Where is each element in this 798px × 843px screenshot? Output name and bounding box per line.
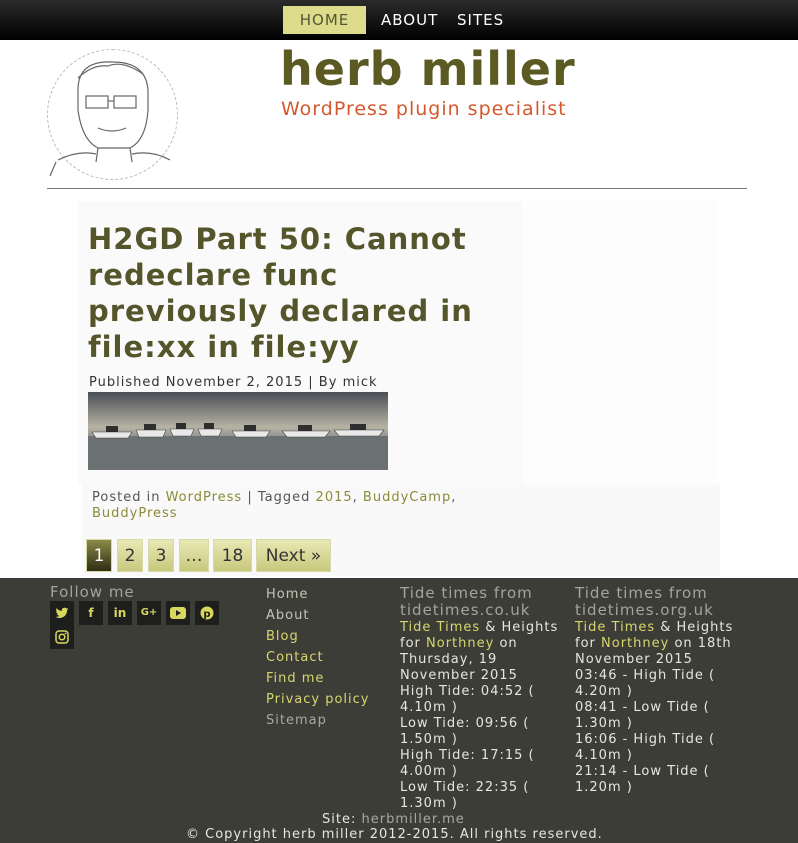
location-link[interactable]: Northney bbox=[426, 636, 494, 651]
copyright: © Copyright herb miller 2012-2015. All r… bbox=[186, 827, 603, 842]
footer-link-sitemap[interactable]: Sitemap bbox=[266, 713, 327, 729]
site-url-link[interactable]: herbmiller.me bbox=[361, 812, 464, 827]
post-taxonomy: Posted in WordPress | Tagged 2015, Buddy… bbox=[92, 490, 457, 521]
footer-link-privacy[interactable]: Privacy policy bbox=[266, 692, 369, 708]
tide-entry: High Tide: 17:15 ( 4.00m ) bbox=[400, 748, 535, 779]
avatar-sketch-icon bbox=[49, 61, 171, 177]
footer-link-blog[interactable]: Blog bbox=[266, 629, 299, 645]
page-link[interactable]: 2 bbox=[117, 539, 143, 572]
page-ellipsis: … bbox=[179, 539, 209, 572]
youtube-icon[interactable] bbox=[166, 601, 190, 625]
footer-link-contact[interactable]: Contact bbox=[266, 650, 324, 666]
page-link[interactable]: 18 bbox=[213, 539, 252, 572]
post-meta: Published November 2, 2015 | By mick bbox=[89, 375, 378, 390]
nav-about[interactable]: ABOUT bbox=[381, 6, 438, 34]
google-plus-icon[interactable]: G+ bbox=[137, 601, 161, 625]
tide-times-link[interactable]: Tide Times bbox=[575, 620, 655, 635]
tag-link[interactable]: BuddyCamp bbox=[363, 490, 451, 505]
tide-entry: 16:06 - High Tide ( 4.10m ) bbox=[575, 732, 716, 763]
page-link[interactable]: 3 bbox=[148, 539, 174, 572]
site-tagline: WordPress plugin specialist bbox=[281, 98, 567, 120]
tide-entry: 03:46 - High Tide ( 4.20m ) bbox=[575, 668, 716, 699]
tagged-label: Tagged bbox=[257, 490, 311, 505]
tide-widget-1-title: Tide times from tidetimes.co.uk bbox=[400, 584, 533, 619]
facebook-icon[interactable]: f bbox=[79, 601, 103, 625]
tide-times-link[interactable]: Tide Times bbox=[400, 620, 480, 635]
twitter-icon[interactable] bbox=[50, 601, 74, 625]
instagram-icon[interactable] bbox=[50, 625, 74, 649]
svg-text:p: p bbox=[203, 609, 210, 620]
sidebar-area bbox=[524, 201, 718, 484]
category-link[interactable]: WordPress bbox=[166, 490, 243, 505]
author-link[interactable]: mick bbox=[343, 375, 378, 390]
tide-entry: High Tide: 04:52 ( 4.10m ) bbox=[400, 684, 535, 715]
nav-sites[interactable]: SITES bbox=[457, 6, 504, 34]
post-date-link[interactable]: November 2, 2015 bbox=[166, 375, 303, 390]
boats-photo-icon bbox=[88, 392, 388, 470]
post-title[interactable]: H2GD Part 50: Cannot redeclare func prev… bbox=[88, 221, 518, 365]
nav-home[interactable]: HOME bbox=[283, 6, 366, 34]
meta-separator: | bbox=[308, 375, 314, 390]
tide-widget-2-title: Tide times from tidetimes.org.uk bbox=[575, 584, 714, 619]
avatar[interactable] bbox=[47, 49, 178, 180]
posted-in-label: Posted in bbox=[92, 490, 161, 505]
follow-me-heading: Follow me bbox=[50, 583, 135, 601]
header-divider bbox=[47, 188, 747, 189]
site-line: Site: herbmiller.me bbox=[322, 812, 465, 827]
tide-widget-2: Tide Times & Heights for Northney on 18t… bbox=[575, 620, 745, 796]
top-nav: HOME ABOUT SITES bbox=[0, 0, 798, 40]
pinterest-icon[interactable]: p bbox=[195, 601, 219, 625]
tag-link[interactable]: 2015 bbox=[316, 490, 353, 505]
tide-entry: 08:41 - Low Tide ( 1.30m ) bbox=[575, 700, 710, 731]
page-current: 1 bbox=[86, 539, 112, 572]
linkedin-icon[interactable]: in bbox=[108, 601, 132, 625]
next-page-button[interactable]: Next » bbox=[256, 539, 331, 572]
footer-link-home[interactable]: Home bbox=[266, 587, 308, 603]
tide-entry: Low Tide: 09:56 ( 1.50m ) bbox=[400, 716, 530, 747]
post-featured-image[interactable] bbox=[88, 392, 388, 470]
taxonomy-separator: | bbox=[247, 490, 253, 505]
location-link[interactable]: Northney bbox=[601, 636, 669, 651]
footer-link-about[interactable]: About bbox=[266, 608, 309, 624]
tide-widget-1: Tide Times & Heights for Northney on Thu… bbox=[400, 620, 570, 812]
tide-entry: 21:14 - Low Tide ( 1.20m ) bbox=[575, 764, 710, 795]
footer-link-find-me[interactable]: Find me bbox=[266, 671, 324, 687]
tide-entry: Low Tide: 22:35 ( 1.30m ) bbox=[400, 780, 530, 811]
site-label: Site: bbox=[322, 812, 357, 827]
tag-link[interactable]: BuddyPress bbox=[92, 506, 178, 521]
published-label: Published bbox=[89, 375, 161, 390]
by-label: By bbox=[318, 375, 338, 390]
site-title[interactable]: herb miller bbox=[280, 42, 576, 96]
